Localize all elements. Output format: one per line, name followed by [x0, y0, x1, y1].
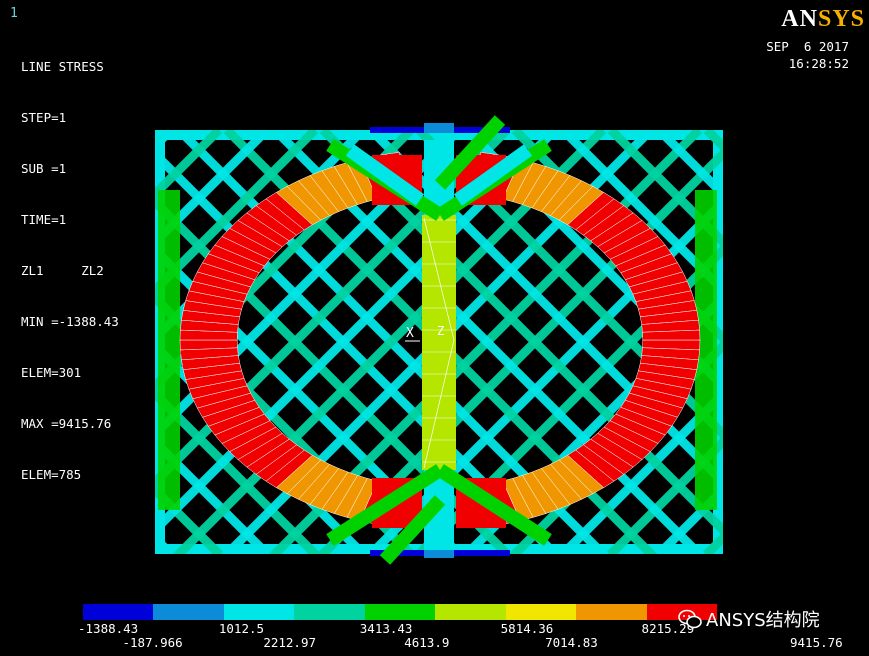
legend-swatch [83, 604, 154, 620]
legend-swatch [364, 604, 436, 620]
axis-z-label: Z [437, 324, 444, 338]
axis-x-label: X [406, 326, 414, 341]
legend-tick-label: -1388.43 [78, 621, 139, 636]
legend-tick-label: -187.966 [122, 635, 183, 650]
legend-swatch [223, 604, 295, 620]
legend-tick-label: 9415.76 [790, 635, 843, 650]
legend-swatch [505, 604, 577, 620]
wechat-icon [678, 609, 702, 629]
watermark-text: ANSYS结构院 [706, 610, 820, 631]
legend-tick-label: 1012.5 [218, 621, 265, 636]
legend-tick-label: 3413.43 [359, 621, 413, 636]
legend-swatch [294, 604, 365, 620]
legend-tick-label: 2212.97 [263, 635, 317, 650]
watermark: ANSYS结构院 [678, 606, 820, 632]
legend-swatch [435, 604, 506, 620]
stress-plot: X Z [155, 115, 723, 565]
legend-swatch [576, 604, 647, 620]
legend-tick-label: 5814.36 [500, 621, 554, 636]
legend-tick-label: 4613.9 [404, 635, 450, 650]
legend-swatch [153, 604, 224, 620]
color-legend-bar [82, 603, 718, 621]
legend-tick-label: 7014.83 [545, 635, 598, 650]
